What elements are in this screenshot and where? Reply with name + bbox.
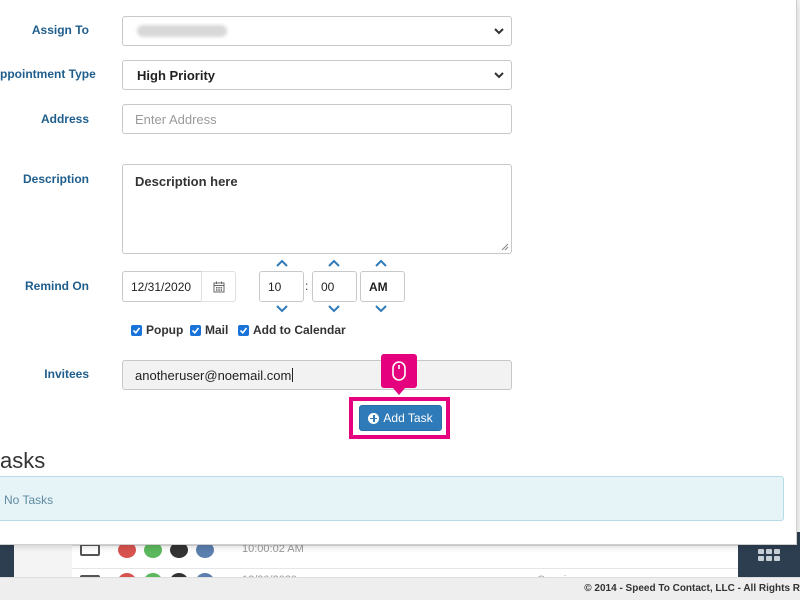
checkmark-icon xyxy=(190,324,201,336)
address-label: Address xyxy=(40,112,89,126)
mail-label: Mail xyxy=(205,323,229,337)
mail-checkbox[interactable]: Mail xyxy=(190,323,228,337)
grid-icon xyxy=(758,548,780,561)
background-task-table: 10:00:02 AM 12/30/2020 Ongoing xyxy=(72,542,738,589)
checkmark-icon xyxy=(238,324,249,336)
description-text: Description here xyxy=(135,174,238,189)
background-sidebar xyxy=(0,545,14,577)
plus-circle-icon xyxy=(368,412,380,424)
hour-input[interactable]: 10 xyxy=(259,271,304,302)
calendar-button[interactable] xyxy=(201,271,236,302)
assign-to-blurred-value xyxy=(137,25,227,37)
appointment-type-value: High Priority xyxy=(137,68,216,83)
tasks-heading: asks xyxy=(0,448,46,473)
add-to-calendar-label: Add to Calendar xyxy=(253,323,346,337)
invitees-input[interactable]: anotheruser@noemail.com xyxy=(122,360,512,390)
add-to-calendar-checkbox[interactable]: Add to Calendar xyxy=(238,323,346,337)
appointment-type-label: ppointment Type xyxy=(0,67,96,81)
page-footer: © 2014 - Speed To Contact, LLC - All Rig… xyxy=(0,577,800,600)
chevron-down-icon xyxy=(494,72,504,79)
address-input[interactable]: Enter Address xyxy=(122,104,512,134)
popup-label: Popup xyxy=(146,323,184,337)
remind-date-input[interactable]: 12/31/2020 xyxy=(122,271,202,302)
click-indicator xyxy=(381,354,417,395)
calendar-icon xyxy=(213,281,224,292)
ampm-input[interactable]: AM xyxy=(360,271,405,302)
ampm-up-arrow-icon[interactable] xyxy=(374,259,388,268)
ampm-down-arrow-icon[interactable] xyxy=(374,304,388,313)
invitees-label: Invitees xyxy=(44,367,89,381)
add-task-modal: Assign To ppointment Type High Priority … xyxy=(0,0,797,545)
assign-to-select[interactable] xyxy=(122,16,512,46)
resize-grip-icon[interactable] xyxy=(501,243,509,251)
hour-down-arrow-icon[interactable] xyxy=(275,304,289,313)
footer-copyright: © 2014 - Speed To Contact, LLC - All Rig… xyxy=(584,583,800,594)
mouse-icon xyxy=(392,361,406,381)
no-tasks-alert: No Tasks xyxy=(0,476,784,521)
popup-checkbox[interactable]: Popup xyxy=(131,323,183,337)
checkmark-icon xyxy=(131,324,142,336)
assign-to-label: Assign To xyxy=(31,23,89,37)
description-textarea[interactable]: Description here xyxy=(122,164,512,254)
hour-up-arrow-icon[interactable] xyxy=(275,259,289,268)
time-separator: : xyxy=(305,279,309,293)
row-checkbox xyxy=(80,544,100,556)
minute-input[interactable]: 00 xyxy=(312,271,357,302)
chevron-down-icon xyxy=(494,28,504,35)
add-task-label: Add Task xyxy=(383,411,433,425)
text-caret xyxy=(292,368,294,382)
appointment-type-select[interactable]: High Priority xyxy=(122,60,512,90)
add-task-highlight: Add Task xyxy=(349,397,450,439)
minute-down-arrow-icon[interactable] xyxy=(327,304,341,313)
invitees-value: anotheruser@noemail.com xyxy=(135,368,292,383)
remind-on-label: Remind On xyxy=(24,279,89,293)
add-task-button[interactable]: Add Task xyxy=(359,405,442,431)
description-label: Description xyxy=(22,172,89,186)
minute-up-arrow-icon[interactable] xyxy=(327,259,341,268)
